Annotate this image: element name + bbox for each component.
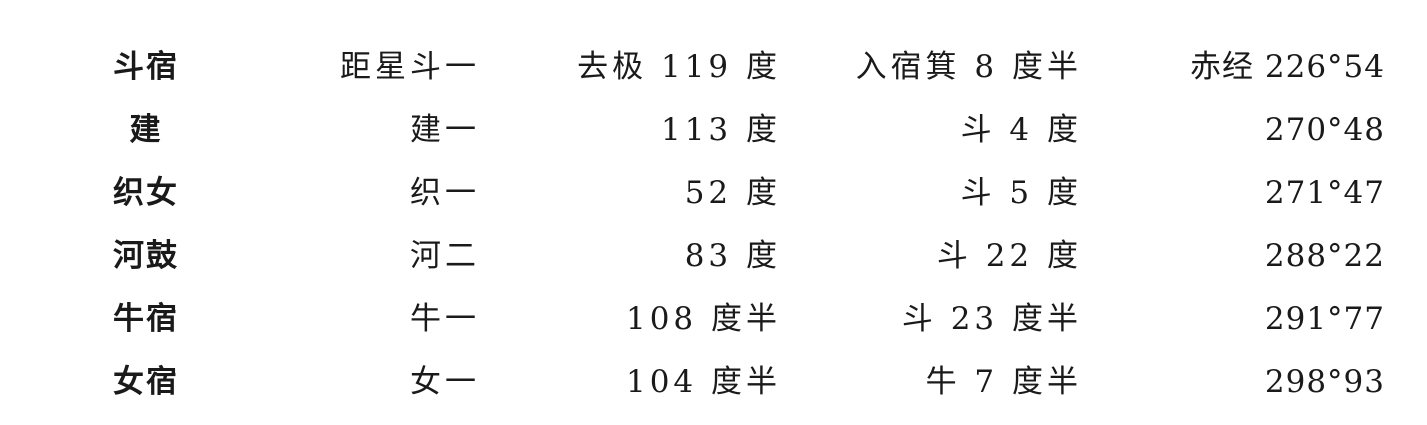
polar-distance: 83 度 — [684, 238, 781, 274]
table-row: 织女 织一 52 度 斗 5 度 271°47 — [0, 162, 1427, 225]
determinative-star: 牛一 — [410, 301, 480, 337]
right-ascension: 288°22 — [1264, 238, 1385, 274]
lodge-name: 牛宿 — [113, 301, 179, 337]
table-row: 斗宿 距星斗一 去极 119 度 入宿箕 8 度半 赤经 226°54 — [0, 36, 1427, 99]
lodge-name: 女宿 — [113, 364, 179, 400]
lodge-name: 织女 — [113, 175, 179, 211]
lodge-entry-degree: 斗 5 度 — [960, 175, 1082, 211]
right-ascension: 270°48 — [1264, 112, 1385, 148]
polar-distance: 52 度 — [684, 175, 781, 211]
right-ascension: 298°93 — [1264, 364, 1385, 400]
lodge-entry-degree: 斗 4 度 — [960, 112, 1082, 148]
polar-distance: 去极 119 度 — [577, 49, 781, 85]
lodge-entry-degree: 牛 7 度半 — [925, 364, 1082, 400]
right-ascension: 291°77 — [1264, 301, 1385, 337]
determinative-star: 河二 — [410, 238, 480, 274]
lodge-name: 建 — [129, 112, 163, 148]
lodge-name: 斗宿 — [113, 49, 179, 85]
lodge-entry-degree: 斗 22 度 — [936, 238, 1082, 274]
table-row: 建 建一 113 度 斗 4 度 270°48 — [0, 99, 1427, 162]
determinative-star: 织一 — [410, 175, 480, 211]
polar-distance: 113 度 — [660, 112, 781, 148]
lodge-name: 河鼓 — [113, 238, 179, 274]
table-row: 女宿 女一 104 度半 牛 7 度半 298°93 — [0, 351, 1427, 414]
polar-distance: 104 度半 — [625, 364, 781, 400]
determinative-star: 距星斗一 — [340, 49, 480, 85]
table-row: 河鼓 河二 83 度 斗 22 度 288°22 — [0, 225, 1427, 288]
polar-distance: 108 度半 — [625, 301, 781, 337]
right-ascension: 271°47 — [1264, 175, 1385, 211]
determinative-star: 女一 — [410, 364, 480, 400]
star-table: 斗宿 距星斗一 去极 119 度 入宿箕 8 度半 赤经 226°54 建 建一… — [0, 36, 1427, 414]
lodge-entry-degree: 入宿箕 8 度半 — [855, 49, 1082, 85]
right-ascension: 赤经 226°54 — [1190, 49, 1385, 85]
lodge-entry-degree: 斗 23 度半 — [901, 301, 1082, 337]
determinative-star: 建一 — [410, 112, 480, 148]
table-row: 牛宿 牛一 108 度半 斗 23 度半 291°77 — [0, 288, 1427, 351]
